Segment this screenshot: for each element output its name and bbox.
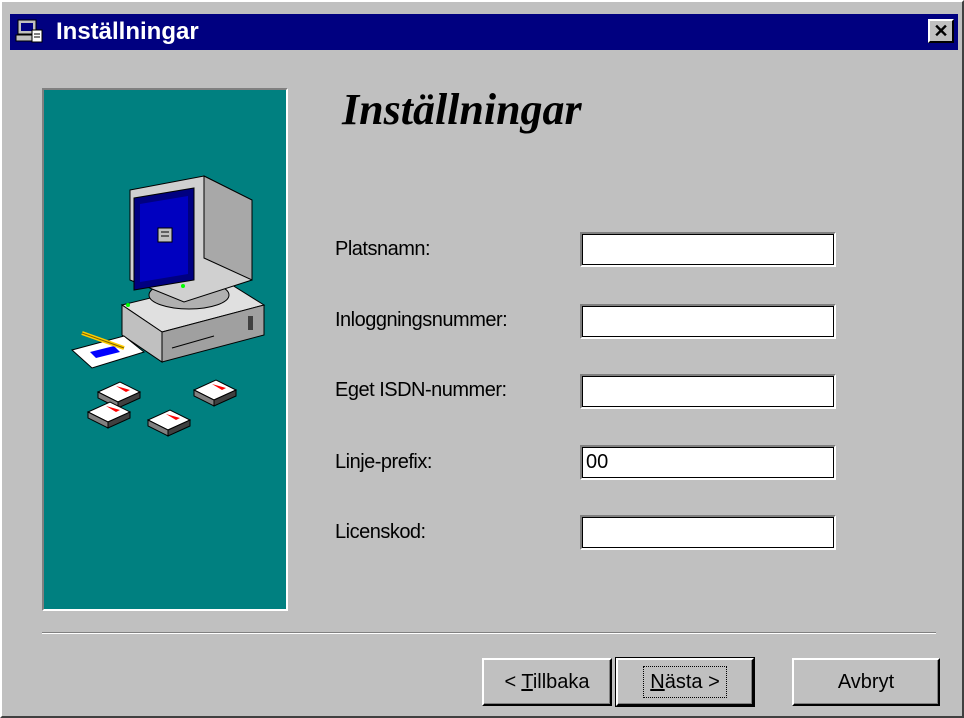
- next-button[interactable]: Nästa >: [615, 657, 755, 707]
- license-code-label: Licenskod:: [335, 521, 426, 543]
- line-prefix-field[interactable]: [580, 445, 836, 480]
- divider: [42, 632, 936, 634]
- login-number-field[interactable]: [580, 304, 836, 339]
- own-isdn-number-field[interactable]: [580, 374, 836, 409]
- computer-setup-illustration: [70, 175, 266, 437]
- back-button[interactable]: < Tillbaka: [482, 658, 612, 706]
- own-isdn-number-label: Eget ISDN-nummer:: [335, 379, 507, 401]
- settings-dialog: Inställningar ✕ Inställningar Platsnamn:…: [0, 0, 964, 718]
- next-button-label: Nästa >: [643, 666, 727, 698]
- line-prefix-label: Linje-prefix:: [335, 451, 432, 473]
- login-number-label: Inloggningsnummer:: [335, 309, 508, 331]
- site-name-label: Platsnamn:: [335, 238, 431, 260]
- title-bar[interactable]: Inställningar ✕: [10, 14, 958, 50]
- setup-wizard-icon: [15, 19, 43, 43]
- cancel-button-label: Avbryt: [837, 670, 895, 693]
- close-button[interactable]: ✕: [928, 19, 954, 43]
- close-icon: ✕: [933, 21, 949, 41]
- window-title: Inställningar: [56, 18, 199, 45]
- cancel-button[interactable]: Avbryt: [792, 658, 940, 706]
- back-button-label: < Tillbaka: [504, 670, 590, 693]
- page-heading: Inställningar: [342, 85, 582, 134]
- illustration-panel: [42, 88, 288, 611]
- site-name-field[interactable]: [580, 232, 836, 267]
- license-code-field[interactable]: [580, 515, 836, 550]
